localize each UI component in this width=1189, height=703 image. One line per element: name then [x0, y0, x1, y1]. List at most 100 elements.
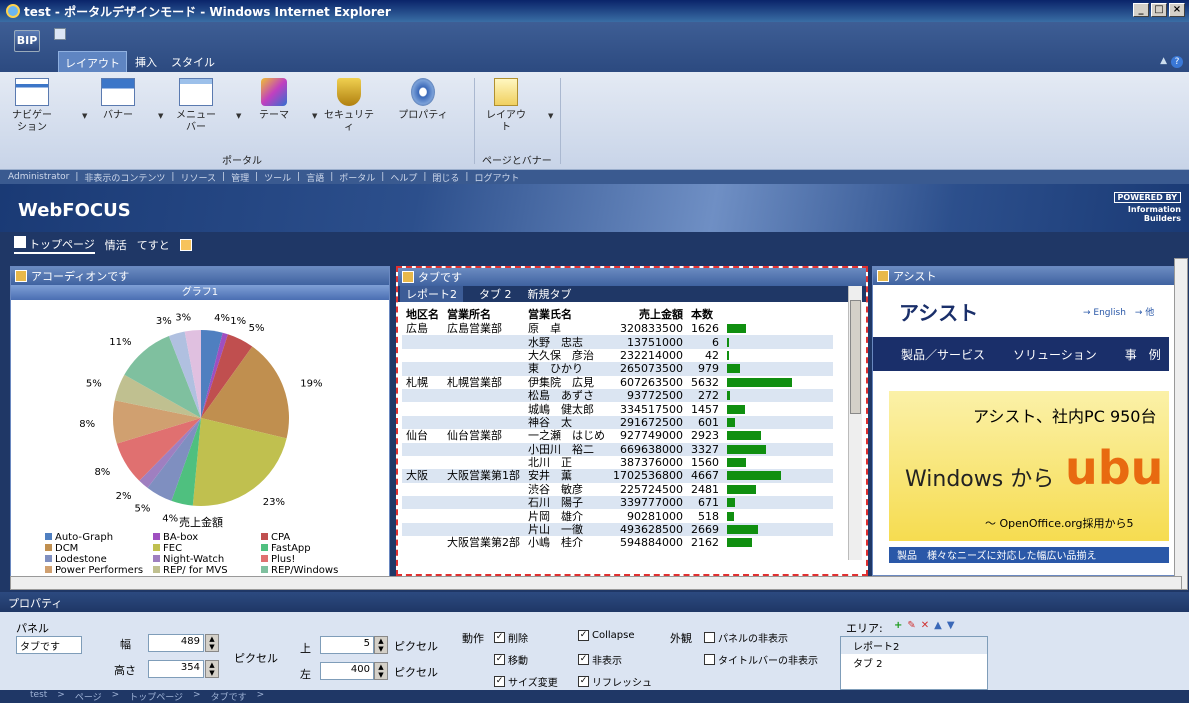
accordion-header[interactable]: グラフ1: [11, 285, 389, 300]
tab-layout[interactable]: レイアウト: [58, 51, 127, 74]
table-cell: 1560: [691, 456, 719, 470]
hide-checkbox[interactable]: ✓ 非表示: [578, 652, 622, 667]
legend-swatch: [153, 544, 160, 551]
crumb-top-page[interactable]: トップページ: [129, 690, 183, 703]
top-stepper[interactable]: ▲ ▼: [374, 636, 388, 654]
banner-dropdown[interactable]: ▼: [158, 112, 163, 120]
height-input[interactable]: 354: [148, 660, 204, 678]
assist-nav-cases[interactable]: 事 例: [1125, 346, 1161, 363]
bip-logo-button[interactable]: BIP: [14, 30, 40, 52]
properties-button[interactable]: プロパティ: [398, 78, 448, 122]
width-input[interactable]: 489: [148, 634, 204, 652]
page-horizontal-scrollbar[interactable]: [10, 576, 1182, 590]
table-cell: 339777000: [609, 496, 687, 510]
ribbon-tabs: レイアウト 挿入 スタイル: [58, 51, 221, 74]
help-icon[interactable]: ?: [1171, 56, 1183, 68]
tab-style[interactable]: スタイル: [165, 51, 221, 74]
navigation-dropdown[interactable]: ▼: [82, 112, 87, 120]
admin-link[interactable]: ログアウト: [474, 171, 519, 184]
collapse-ribbon-icon[interactable]: ▲: [1160, 56, 1167, 66]
assist-hero[interactable]: アシスト、社内PC 950台 Windows から ubu ～ OpenOffi…: [889, 391, 1169, 541]
pie-label: 11%: [109, 337, 131, 348]
height-stepper[interactable]: ▲ ▼: [205, 660, 219, 678]
legend-label: Night-Watch: [163, 554, 224, 565]
admin-link[interactable]: リソース: [180, 171, 216, 184]
admin-link[interactable]: Administrator: [8, 172, 69, 182]
left-input[interactable]: 400: [320, 662, 374, 680]
close-button[interactable]: ×: [1169, 3, 1185, 17]
table-cell: 518: [698, 509, 719, 523]
hide-panel-checkbox[interactable]: パネルの非表示: [704, 630, 788, 645]
admin-link[interactable]: 言語: [306, 171, 324, 184]
table-row: 片岡 雄介 90281000 518: [402, 509, 833, 523]
legend-swatch: [153, 533, 160, 540]
admin-link[interactable]: ポータル: [339, 171, 375, 184]
assist-language-links[interactable]: → English → 他: [1083, 305, 1154, 318]
assist-nav-products[interactable]: 製品／サービス: [901, 346, 985, 363]
tab-new[interactable]: 新規タブ: [528, 286, 572, 302]
assist-products-bar: 製品 様々なニーズに対応した幅広い品揃え: [889, 547, 1169, 563]
report-scrollbar[interactable]: [848, 286, 862, 560]
table-cell: 334517500: [620, 402, 683, 416]
refresh-checkbox[interactable]: ✓ リフレッシュ: [578, 674, 652, 689]
move-checkbox[interactable]: ✓ 移動: [494, 652, 528, 667]
left-stepper[interactable]: ▲ ▼: [374, 662, 388, 680]
tab-insert[interactable]: 挿入: [129, 51, 163, 74]
layout-button[interactable]: レイアウ ト: [482, 78, 530, 134]
assist-nav: 製品／サービス ソリューション 事 例: [873, 337, 1169, 371]
page-tab-top[interactable]: トップページ: [14, 236, 95, 254]
menubar-dropdown[interactable]: ▼: [236, 112, 241, 120]
page-vertical-scrollbar[interactable]: [1174, 258, 1188, 590]
accordion-titlebar[interactable]: アコーディオンです: [11, 267, 389, 285]
page-tab-test[interactable]: てすと: [137, 237, 170, 253]
banner-button[interactable]: バナー: [96, 78, 140, 122]
panel-name-input[interactable]: タブです: [16, 636, 82, 654]
add-page-icon[interactable]: [179, 239, 192, 251]
add-icon[interactable]: +: [894, 620, 902, 631]
layout-dropdown[interactable]: ▼: [548, 112, 553, 120]
sales-bar: [727, 391, 731, 401]
legend-label: FEC: [163, 543, 182, 554]
page-tab-joukatsu[interactable]: 情活: [105, 237, 127, 253]
crumb-tab-panel[interactable]: タブです: [211, 690, 247, 703]
scroll-thumb[interactable]: [850, 300, 861, 414]
theme-dropdown[interactable]: ▼: [312, 112, 317, 120]
security-button[interactable]: セキュリテ ィ: [324, 78, 374, 134]
admin-link[interactable]: ヘルプ: [390, 171, 417, 184]
theme-button[interactable]: テーマ: [252, 78, 296, 122]
tab-report2[interactable]: レポート2: [400, 286, 463, 302]
admin-link[interactable]: 非表示のコンテンツ: [84, 171, 165, 184]
assist-logo[interactable]: アシスト: [899, 297, 978, 326]
hide-titlebar-checkbox[interactable]: タイトルバーの非表示: [704, 652, 818, 667]
area-item-report2[interactable]: レポート2: [841, 637, 987, 654]
tab-tab2[interactable]: タブ 2: [479, 286, 512, 302]
tabpanel-titlebar[interactable]: タブです: [398, 268, 866, 286]
admin-link[interactable]: 閉じる: [432, 171, 459, 184]
table-cell: [402, 335, 443, 349]
admin-link[interactable]: 管理: [231, 171, 249, 184]
navigation-button[interactable]: ナビゲー ション: [8, 78, 56, 134]
area-item-tab2[interactable]: タブ 2: [841, 654, 987, 671]
edit-icon[interactable]: ✎: [907, 620, 915, 631]
webfocus-logo: WebFOCUS: [18, 200, 131, 221]
resize-checkbox[interactable]: ✓ サイズ変更: [494, 674, 558, 689]
move-down-icon[interactable]: ▼: [947, 620, 955, 631]
top-input[interactable]: 5: [320, 636, 374, 654]
menubar-button[interactable]: メニュー バー: [172, 78, 220, 134]
maximize-button[interactable]: □: [1151, 3, 1167, 17]
move-up-icon[interactable]: ▲: [934, 620, 942, 631]
minimize-button[interactable]: _: [1133, 3, 1149, 17]
assist-titlebar[interactable]: アシスト: [873, 267, 1181, 285]
crumb-page[interactable]: ページ: [75, 690, 102, 703]
crumb-test[interactable]: test: [30, 690, 47, 702]
legend-swatch: [45, 566, 52, 573]
width-stepper[interactable]: ▲ ▼: [205, 634, 219, 652]
delete-icon[interactable]: ✕: [921, 620, 929, 631]
assist-nav-solutions[interactable]: ソリューション: [1013, 346, 1097, 363]
delete-checkbox[interactable]: ✓ 削除: [494, 630, 528, 645]
sales-bar: [727, 525, 758, 535]
admin-link[interactable]: ツール: [264, 171, 291, 184]
collapse-checkbox[interactable]: ✓ Collapse: [578, 630, 635, 641]
save-icon[interactable]: [54, 28, 66, 40]
table-cell: 大阪: [402, 469, 443, 483]
